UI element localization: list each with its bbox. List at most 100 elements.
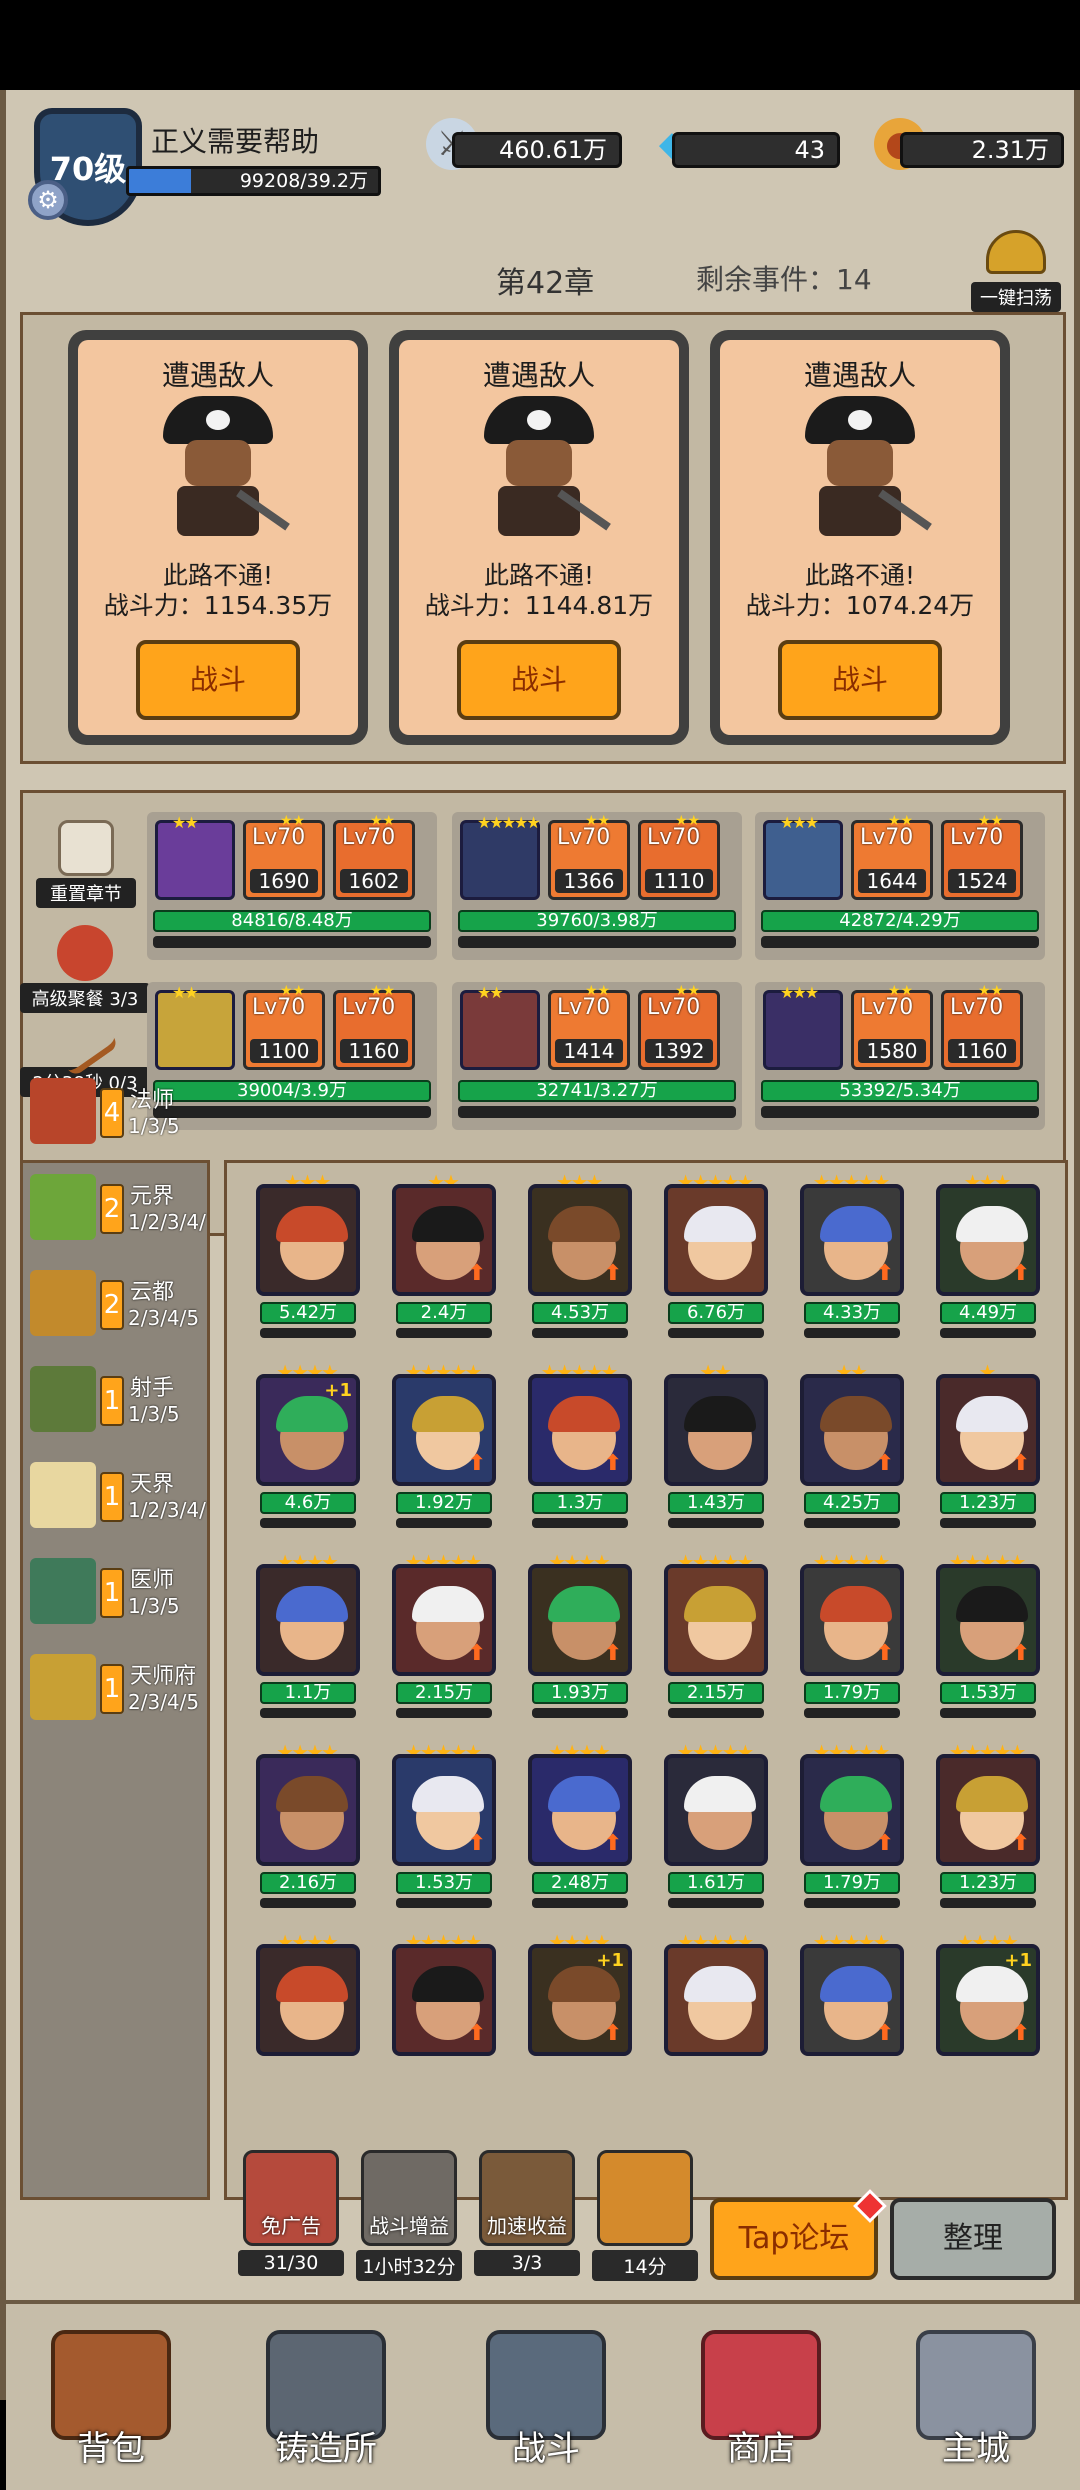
hero-card[interactable]: ★★★★★ ⬆ 1.3万 [514,1360,642,1540]
hero-portrait: ⬆ [392,1944,496,2056]
armor-slot[interactable]: ★★ Lv70 1160 [333,983,415,1070]
hero-progress-bar [396,1708,492,1718]
hero-card[interactable]: ★★★★ ⬆ 1.93万 [514,1550,642,1730]
hero-progress-bar [668,1328,764,1338]
armor-slot[interactable]: ★★ Lv70 1110 [638,813,720,900]
hero-card[interactable]: ★★★★ 1.1万 [242,1550,370,1730]
class-row[interactable]: 1 医师 1/3/5 [30,1558,205,1626]
team-hero-portrait[interactable]: ★★★ [763,983,843,1070]
feast-button[interactable]: 高级聚餐 3/3 [20,925,150,1013]
hero-card[interactable]: ★★★ ⬆ 4.49万 [922,1170,1050,1350]
speed-income-count: 3/3 [474,2250,580,2276]
hero-card[interactable]: ★★★ ⬆ 4.53万 [514,1170,642,1350]
hero-card[interactable]: ★★★★★ ⬆ 4.33万 [786,1170,914,1350]
weapon-slot[interactable]: ★★ Lv70 1100 [243,983,325,1070]
treasure-chest-button[interactable]: 14分 [592,2150,698,2281]
class-row[interactable]: 4 法师 1/3/5 [30,1078,205,1146]
hero-card[interactable]: ★★★★★ ⬆ 1.79万 [786,1550,914,1730]
class-row[interactable]: 1 天师府 2/3/4/5 [30,1654,205,1722]
hero-stars: ★★★ [780,983,819,1002]
nav-shop[interactable]: 商店 [686,2330,836,2470]
weapon-slot[interactable]: ★★ Lv70 1580 [851,983,933,1070]
hero-card[interactable]: ★★★★ 2.16万 [242,1740,370,1920]
speed-income-button[interactable]: 加速收益 3/3 [474,2150,580,2276]
nav-city[interactable]: 主城 [901,2330,1051,2470]
hero-card[interactable]: ★★★★★ ⬆ [378,1930,506,2110]
hero-card[interactable]: ★ ⬆ 1.23万 [922,1360,1050,1540]
no-ads-button[interactable]: 免广告 31/30 [238,2150,344,2276]
upgrade-arrow-icon: ⬆ [467,1641,486,1666]
class-row[interactable]: 2 云都 2/3/4/5 [30,1270,205,1338]
team-hero-portrait[interactable]: ★★ [155,983,235,1070]
class-row[interactable]: 1 天界 1/2/3/4/ [30,1462,206,1530]
hero-card[interactable]: ★★★★ ⬆ +1 [922,1930,1050,2110]
hero-card[interactable]: ★★ 1.43万 [650,1360,778,1540]
weapon-slot[interactable]: ★★ Lv70 1644 [851,813,933,900]
hero-hair [684,1776,756,1812]
hero-hair [548,1586,620,1622]
armor-slot[interactable]: ★★ Lv70 1602 [333,813,415,900]
weapon-slot[interactable]: ★★ Lv70 1690 [243,813,325,900]
team-hero-portrait[interactable]: ★★★★★ [460,813,541,900]
hero-card[interactable]: ★★★★★ 6.76万 [650,1170,778,1350]
team-slot[interactable]: ★★★ ★★ Lv70 1644 ★★ Lv70 1524 42872/4.29万 [755,812,1045,960]
team-hero-portrait[interactable]: ★★ [155,813,235,900]
hero-card[interactable]: ★★★★ ⬆ +1 [514,1930,642,2110]
weapon-slot[interactable]: ★★ Lv70 1366 [548,813,630,900]
armor-slot[interactable]: ★★ Lv70 1392 [638,983,720,1070]
armor-value: 1160 [948,1039,1016,1063]
fight-button[interactable]: 战斗 [457,640,621,720]
hero-power: 4.25万 [804,1492,900,1514]
hero-card[interactable]: ★★★★★ ⬆ 1.53万 [922,1550,1050,1730]
forum-button[interactable]: Tap论坛 [710,2189,887,2280]
hero-card[interactable]: ★★★★ [242,1930,370,2110]
reset-chapter-button[interactable]: 重置章节 [36,820,136,908]
weapon-slot[interactable]: ★★ Lv70 1414 [548,983,630,1070]
hero-card[interactable]: ★★★★★ ⬆ 2.15万 [378,1550,506,1730]
hero-card[interactable]: ★★★★ ⬆ 2.48万 [514,1740,642,1920]
class-name: 云都 [130,1280,175,1305]
team-hero-portrait[interactable]: ★★ [460,983,540,1070]
sweep-button[interactable]: 一键扫荡 [971,230,1061,312]
hero-card[interactable]: ★★ ⬆ 4.25万 [786,1360,914,1540]
upgrade-arrow-icon: ⬆ [1011,1261,1030,1286]
armor-slot[interactable]: ★★ Lv70 1524 [941,813,1023,900]
hero-card[interactable]: ★★ ⬆ 2.4万 [378,1170,506,1350]
encounter-title: 遭遇敌人 [482,359,595,392]
class-progress: 2/3/4/5 [128,1690,200,1714]
nav-battle[interactable]: 战斗 [471,2330,621,2470]
upgrade-arrow-icon: ⬆ [875,1451,894,1476]
hero-card[interactable]: ★★★★★ 2.15万 [650,1550,778,1730]
gear-icon[interactable]: ⚙ [28,180,68,220]
hero-card[interactable]: ★★★★★ [650,1930,778,2110]
battle-buff-button[interactable]: 战斗增益 1小时32分 [356,2150,462,2281]
armor-value: 1524 [948,869,1016,893]
class-row[interactable]: 2 元界 1/2/3/4/ [30,1174,206,1242]
armor-level: Lv70 [950,825,1004,850]
team-slot[interactable]: ★★ ★★ Lv70 1690 ★★ Lv70 1602 84816/8.48万 [147,812,437,960]
team-hero-portrait[interactable]: ★★★ [763,813,843,900]
hero-power: 2.15万 [668,1682,764,1704]
hero-card[interactable]: ★★★★★ 1.61万 [650,1740,778,1920]
armor-slot[interactable]: ★★ Lv70 1160 [941,983,1023,1070]
team-slot[interactable]: ★★★★★ ★★ Lv70 1366 ★★ Lv70 1110 39760/3.98万 [452,812,742,960]
class-count: 1 [100,1664,124,1714]
hero-card[interactable]: ★★★★ +1 4.6万 [242,1360,370,1540]
hero-progress-bar [804,1898,900,1908]
weapon-level: Lv70 [860,995,914,1020]
fight-button[interactable]: 战斗 [778,640,942,720]
hero-card[interactable]: ★★★★★ ⬆ 1.79万 [786,1740,914,1920]
class-row[interactable]: 1 射手 1/3/5 [30,1366,205,1434]
hero-card[interactable]: ★★★★★ ⬆ 1.92万 [378,1360,506,1540]
hero-card[interactable]: ★★★ 5.42万 [242,1170,370,1350]
nav-bag[interactable]: 背包 [36,2330,186,2470]
hero-card[interactable]: ★★★★★ ⬆ 1.53万 [378,1740,506,1920]
hero-card[interactable]: ★★★★★ ⬆ 1.23万 [922,1740,1050,1920]
fight-button[interactable]: 战斗 [136,640,300,720]
arrange-button[interactable]: 整理 [890,2198,1056,2280]
hero-card[interactable]: ★★★★★ ⬆ [786,1930,914,2110]
team-slot[interactable]: ★★ ★★ Lv70 1414 ★★ Lv70 1392 32741/3.27万 [452,982,742,1130]
nav-forge[interactable]: 铸造所 [251,2330,401,2470]
hero-progress-bar [940,1328,1036,1338]
team-slot[interactable]: ★★★ ★★ Lv70 1580 ★★ Lv70 1160 53392/5.34万 [755,982,1045,1130]
